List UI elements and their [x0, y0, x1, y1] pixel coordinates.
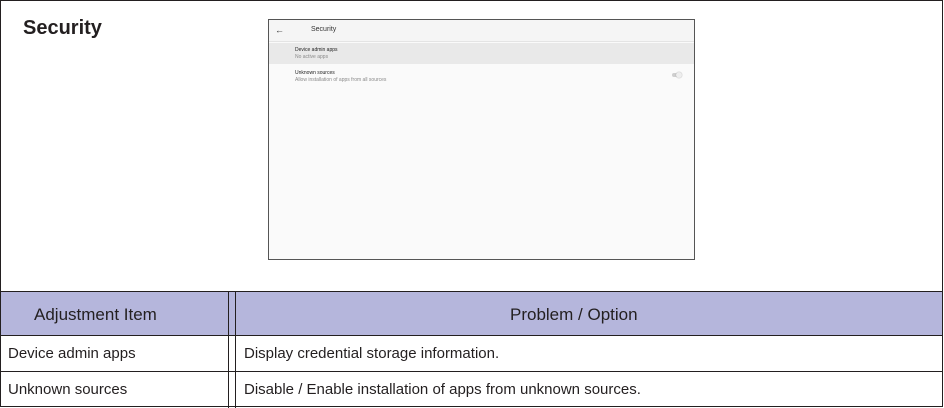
column-header-problem-option: Problem / Option	[510, 305, 638, 324]
section-title: Security	[23, 17, 102, 39]
table-column-divider	[228, 291, 229, 408]
table-cell-option: Display credential storage information.	[244, 345, 500, 362]
table-divider	[0, 335, 943, 336]
settings-screenshot: ← Security Device admin apps No active a…	[268, 19, 695, 260]
table-cell-item: Unknown sources	[8, 381, 128, 398]
settings-item-title: Device admin apps	[295, 47, 338, 53]
table-cell-item: Device admin apps	[8, 345, 136, 362]
screen-title: Security	[311, 26, 337, 33]
settings-item-subtitle: No active apps	[295, 54, 329, 60]
back-arrow-icon[interactable]: ←	[275, 24, 284, 36]
column-header-adjustment-item: Adjustment Item	[34, 305, 157, 324]
toggle-knob	[676, 72, 682, 78]
table-cell-option: Disable / Enable installation of apps fr…	[244, 381, 641, 398]
settings-item-unknown-sources[interactable]: Unknown sources	[295, 70, 335, 76]
table-divider	[0, 371, 943, 372]
screen-header: ← Security	[269, 20, 694, 42]
settings-item-subtitle: Allow installation of apps from all sour…	[295, 77, 387, 83]
table-column-divider	[235, 291, 236, 408]
